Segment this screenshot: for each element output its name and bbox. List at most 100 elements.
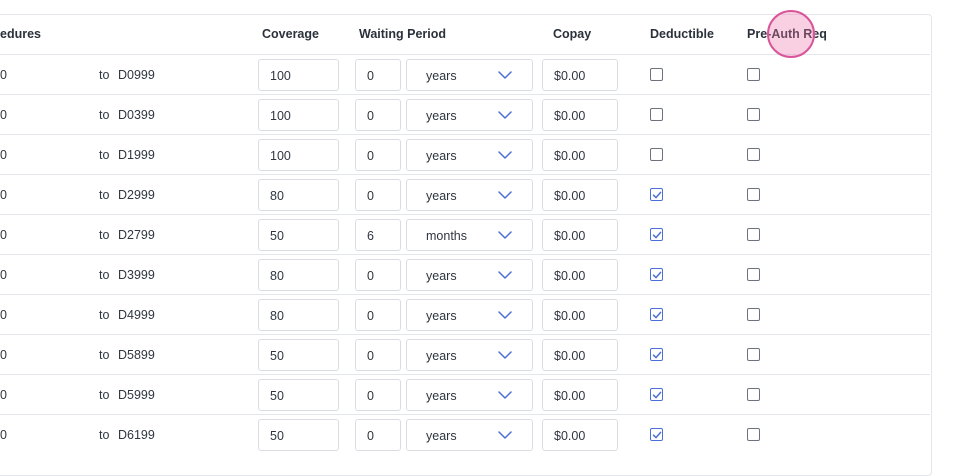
waiting-unit-value: years [426, 309, 457, 323]
pre-auth-checkbox[interactable] [747, 308, 760, 321]
copay-input[interactable]: $0.00 [542, 219, 618, 251]
pre-auth-checkbox[interactable] [747, 148, 760, 161]
waiting-unit-value: years [426, 269, 457, 283]
waiting-period-input[interactable]: 0 [355, 99, 401, 131]
waiting-unit-select[interactable]: years [406, 179, 533, 211]
copay-input[interactable]: $0.00 [542, 299, 618, 331]
pre-auth-checkbox[interactable] [747, 68, 760, 81]
table-row: 0 to D6199 50 0 years $0.00 [0, 414, 930, 455]
coverage-input[interactable]: 50 [258, 339, 339, 371]
procedure-to-code: D2999 [118, 188, 155, 202]
waiting-period-value: 0 [367, 69, 374, 83]
procedure-to-label: to [99, 228, 110, 242]
table-row: 0 to D3999 80 0 years $0.00 [0, 254, 930, 295]
deductible-checkbox[interactable] [650, 188, 663, 201]
waiting-period-input[interactable]: 0 [355, 59, 401, 91]
procedure-to-code: D1999 [118, 148, 155, 162]
coverage-input[interactable]: 50 [258, 219, 339, 251]
waiting-period-value: 0 [367, 349, 374, 363]
deductible-checkbox[interactable] [650, 308, 663, 321]
coverage-input[interactable]: 100 [258, 99, 339, 131]
chevron-down-icon [498, 431, 512, 439]
waiting-unit-select[interactable]: years [406, 259, 533, 291]
waiting-period-input[interactable]: 0 [355, 299, 401, 331]
deductible-checkbox[interactable] [650, 388, 663, 401]
table-row: 0 to D2799 50 6 months $0.00 [0, 214, 930, 255]
waiting-period-input[interactable]: 6 [355, 219, 401, 251]
coverage-input[interactable]: 50 [258, 379, 339, 411]
coverage-input[interactable]: 80 [258, 179, 339, 211]
header-copay: Copay [553, 27, 592, 41]
waiting-unit-select[interactable]: years [406, 299, 533, 331]
copay-input[interactable]: $0.00 [542, 99, 618, 131]
procedure-from: 0 [0, 148, 7, 162]
waiting-period-value: 0 [367, 149, 374, 163]
deductible-checkbox[interactable] [650, 68, 663, 81]
copay-value: $0.00 [554, 109, 586, 123]
waiting-unit-value: years [426, 149, 457, 163]
waiting-period-value: 0 [367, 189, 374, 203]
waiting-period-input[interactable]: 0 [355, 379, 401, 411]
waiting-unit-select[interactable]: years [406, 59, 533, 91]
waiting-period-input[interactable]: 0 [355, 339, 401, 371]
deductible-checkbox[interactable] [650, 268, 663, 281]
pre-auth-checkbox[interactable] [747, 228, 760, 241]
waiting-unit-select[interactable]: years [406, 139, 533, 171]
waiting-unit-select[interactable]: years [406, 379, 533, 411]
chevron-down-icon [498, 391, 512, 399]
procedure-to-label: to [99, 188, 110, 202]
procedure-to-label: to [99, 268, 110, 282]
waiting-period-input[interactable]: 0 [355, 419, 401, 451]
deductible-checkbox[interactable] [650, 148, 663, 161]
waiting-period-input[interactable]: 0 [355, 179, 401, 211]
pre-auth-checkbox[interactable] [747, 268, 760, 281]
table-row: 0 to D0999 100 0 years $0.00 [0, 54, 930, 95]
waiting-unit-select[interactable]: months [406, 219, 533, 251]
procedure-to-label: to [99, 428, 110, 442]
check-icon [652, 431, 661, 438]
deductible-checkbox[interactable] [650, 428, 663, 441]
pre-auth-checkbox[interactable] [747, 348, 760, 361]
procedure-to-label: to [99, 108, 110, 122]
deductible-checkbox[interactable] [650, 228, 663, 241]
procedure-to-label: to [99, 68, 110, 82]
coverage-input[interactable]: 80 [258, 299, 339, 331]
waiting-period-value: 6 [367, 229, 374, 243]
waiting-unit-select[interactable]: years [406, 339, 533, 371]
waiting-period-input[interactable]: 0 [355, 259, 401, 291]
waiting-period-input[interactable]: 0 [355, 139, 401, 171]
procedure-to-code: D5899 [118, 348, 155, 362]
procedure-to-code: D2799 [118, 228, 155, 242]
chevron-down-icon [498, 151, 512, 159]
coverage-input[interactable]: 50 [258, 419, 339, 451]
deductible-checkbox[interactable] [650, 108, 663, 121]
chevron-down-icon [498, 231, 512, 239]
copay-input[interactable]: $0.00 [542, 339, 618, 371]
procedure-to-code: D6199 [118, 428, 155, 442]
pre-auth-checkbox[interactable] [747, 388, 760, 401]
waiting-unit-select[interactable]: years [406, 419, 533, 451]
copay-input[interactable]: $0.00 [542, 139, 618, 171]
waiting-unit-value: years [426, 109, 457, 123]
coverage-input[interactable]: 100 [258, 59, 339, 91]
pre-auth-checkbox[interactable] [747, 188, 760, 201]
coverage-input[interactable]: 100 [258, 139, 339, 171]
copay-input[interactable]: $0.00 [542, 59, 618, 91]
pre-auth-checkbox[interactable] [747, 428, 760, 441]
coverage-input[interactable]: 80 [258, 259, 339, 291]
copay-input[interactable]: $0.00 [542, 419, 618, 451]
deductible-checkbox[interactable] [650, 348, 663, 361]
procedure-to-label: to [99, 308, 110, 322]
copay-input[interactable]: $0.00 [542, 379, 618, 411]
copay-input[interactable]: $0.00 [542, 259, 618, 291]
copay-value: $0.00 [554, 189, 586, 203]
procedure-from: 0 [0, 348, 7, 362]
pre-auth-checkbox[interactable] [747, 108, 760, 121]
chevron-down-icon [498, 351, 512, 359]
procedure-to-code: D0399 [118, 108, 155, 122]
chevron-down-icon [498, 311, 512, 319]
waiting-unit-select[interactable]: years [406, 99, 533, 131]
copay-input[interactable]: $0.00 [542, 179, 618, 211]
copay-value: $0.00 [554, 269, 586, 283]
coverage-value: 50 [270, 229, 284, 243]
